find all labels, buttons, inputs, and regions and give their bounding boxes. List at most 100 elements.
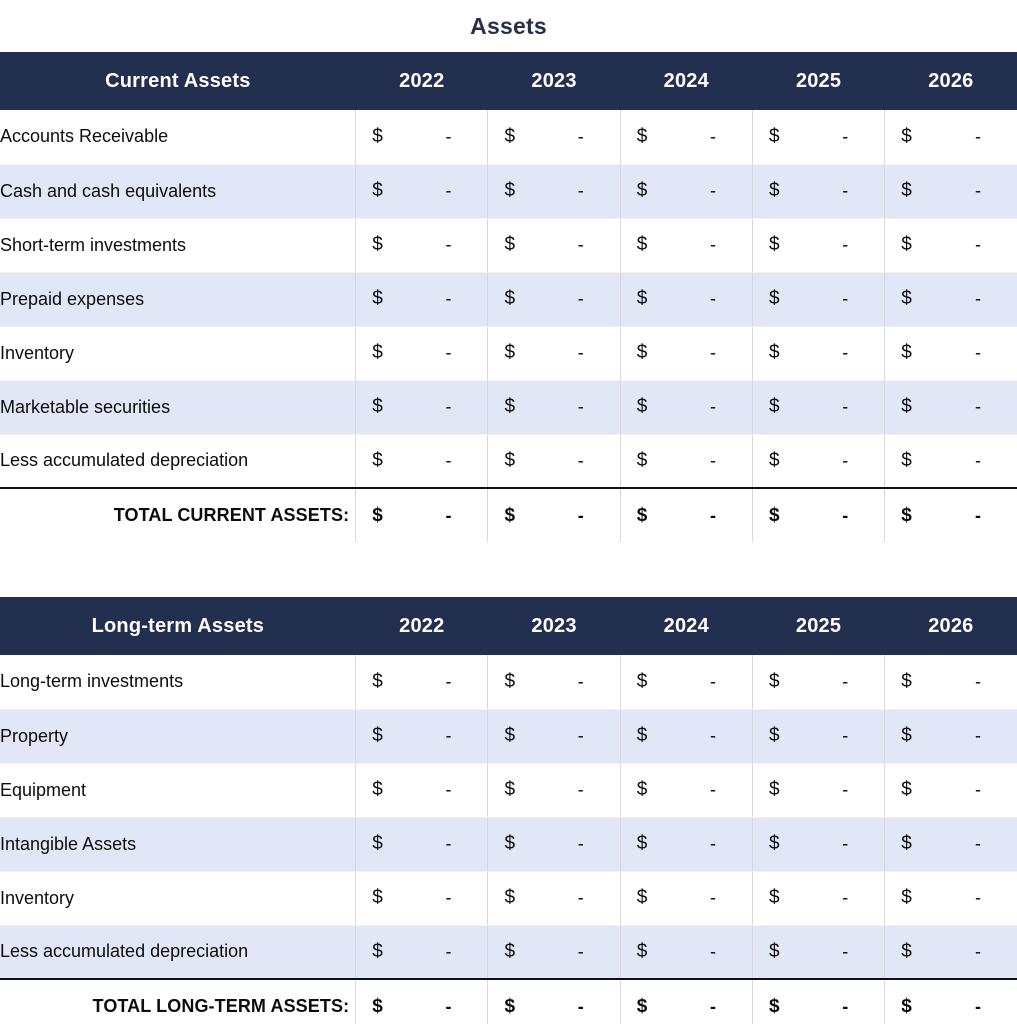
currency-symbol: $ — [901, 995, 912, 1017]
cell-2026[interactable]: $ - — [884, 763, 1017, 818]
currency-symbol: $ — [504, 342, 516, 363]
cell-2024[interactable]: $ - — [619, 925, 753, 980]
cell-2026[interactable]: $ - — [884, 380, 1017, 435]
cell-2024[interactable]: $ - — [619, 655, 753, 710]
cell-2026[interactable]: $ - — [884, 272, 1017, 327]
cell-2026[interactable]: $ - — [884, 218, 1017, 273]
cell-2025[interactable]: $ - — [751, 709, 885, 764]
cell-2023[interactable]: $ - — [487, 272, 621, 327]
currency-symbol: $ — [372, 180, 383, 201]
cell-2026[interactable]: $ - — [884, 925, 1017, 980]
cell-2024[interactable]: $ - — [619, 817, 753, 872]
table-row[interactable]: Intangible Assets $ - $ - $ - $ - $ - — [0, 817, 1017, 872]
cell-2024[interactable]: $ - — [619, 164, 753, 219]
cell-2025[interactable]: $ - — [751, 655, 885, 710]
table-row[interactable]: Less accumulated depreciation $ - $ - $ - $… — [0, 925, 1017, 980]
table-row[interactable]: Prepaid expenses $ - $ - $ - $ - $ - — [0, 272, 1017, 327]
cell-2022[interactable]: $ - — [355, 164, 488, 219]
table-row[interactable]: Short-term investments $ - $ - $ - $ - $ - — [0, 218, 1017, 273]
cell-2026[interactable]: $ - — [884, 110, 1017, 165]
currency-symbol: $ — [768, 887, 780, 908]
cell-2025[interactable]: $ - — [751, 925, 885, 980]
cell-2025[interactable]: $ - — [751, 326, 885, 381]
total-cell-2022: $ - — [355, 487, 488, 542]
table-row[interactable]: Long-term investments $ - $ - $ - $ - $ - — [0, 655, 1017, 710]
cell-2023[interactable]: $ - — [487, 925, 621, 980]
cell-2023[interactable]: $ - — [487, 380, 621, 435]
total-row-long-term-assets: TOTAL LONG-TERM ASSETS: $ - $ - $ - $ - $ - — [0, 978, 1017, 1024]
cell-2025[interactable]: $ - — [751, 110, 885, 165]
cell-2023[interactable]: $ - — [487, 655, 621, 710]
cell-2023[interactable]: $ - — [487, 110, 621, 165]
cell-value: - — [445, 396, 452, 417]
cell-2026[interactable]: $ - — [884, 434, 1017, 489]
cell-value: - — [709, 180, 716, 201]
table-row[interactable]: Marketable securities $ - $ - $ - $ - $ - — [0, 380, 1017, 435]
cell-2026[interactable]: $ - — [884, 709, 1017, 764]
cell-2024[interactable]: $ - — [619, 434, 753, 489]
cell-2026[interactable]: $ - — [884, 164, 1017, 219]
cell-2024[interactable]: $ - — [619, 272, 753, 327]
table-row[interactable]: Less accumulated depreciation $ - $ - $ - $… — [0, 434, 1017, 489]
cell-2023[interactable]: $ - — [487, 218, 621, 273]
total-cell-2024: $ - — [619, 978, 753, 1024]
cell-2022[interactable]: $ - — [355, 655, 488, 710]
cell-2023[interactable]: $ - — [487, 164, 621, 219]
table-row[interactable]: Inventory $ - $ - $ - $ - $ - — [0, 871, 1017, 926]
cell-2023[interactable]: $ - — [487, 434, 621, 489]
cell-2022[interactable]: $ - — [355, 925, 488, 980]
cell-value: - — [445, 288, 452, 309]
cell-value: - — [445, 671, 452, 692]
cell-2023[interactable]: $ - — [487, 763, 621, 818]
cell-2022[interactable]: $ - — [355, 817, 488, 872]
cell-2022[interactable]: $ - — [355, 871, 488, 926]
total-cell-2024: $ - — [619, 487, 753, 542]
cell-value: - — [709, 833, 716, 854]
cell-2024[interactable]: $ - — [619, 110, 753, 165]
cell-2025[interactable]: $ - — [751, 817, 885, 872]
cell-2024[interactable]: $ - — [619, 709, 753, 764]
cell-2026[interactable]: $ - — [884, 871, 1017, 926]
cell-2026[interactable]: $ - — [884, 817, 1017, 872]
table-row[interactable]: Inventory $ - $ - $ - $ - $ - — [0, 326, 1017, 381]
cell-2024[interactable]: $ - — [619, 763, 753, 818]
cell-2024[interactable]: $ - — [619, 326, 753, 381]
cell-value: - — [842, 180, 849, 201]
currency-symbol: $ — [901, 940, 912, 962]
cell-2022[interactable]: $ - — [355, 709, 488, 764]
table-row[interactable]: Cash and cash equivalents $ - $ - $ - $ - $ - — [0, 164, 1017, 219]
cell-2022[interactable]: $ - — [355, 272, 488, 327]
cell-2022[interactable]: $ - — [355, 326, 488, 381]
cell-2022[interactable]: $ - — [355, 218, 488, 273]
currency-symbol: $ — [372, 125, 383, 147]
cell-value: - — [577, 396, 584, 417]
table-row[interactable]: Equipment $ - $ - $ - $ - $ - — [0, 763, 1017, 818]
cell-2023[interactable]: $ - — [487, 871, 621, 926]
cell-2024[interactable]: $ - — [619, 218, 753, 273]
cell-2024[interactable]: $ - — [619, 380, 753, 435]
cell-value: - — [577, 725, 584, 746]
cell-2022[interactable]: $ - — [355, 763, 488, 818]
cell-2023[interactable]: $ - — [487, 326, 621, 381]
cell-value: - — [975, 833, 981, 854]
cell-2025[interactable]: $ - — [751, 871, 885, 926]
table-row[interactable]: Property $ - $ - $ - $ - $ - — [0, 709, 1017, 764]
cell-2025[interactable]: $ - — [751, 164, 885, 219]
currency-symbol: $ — [768, 833, 780, 854]
cell-2025[interactable]: $ - — [751, 218, 885, 273]
cell-2022[interactable]: $ - — [355, 434, 488, 489]
cell-2024[interactable]: $ - — [619, 871, 753, 926]
cell-2025[interactable]: $ - — [751, 380, 885, 435]
cell-2022[interactable]: $ - — [355, 380, 488, 435]
cell-2023[interactable]: $ - — [487, 709, 621, 764]
cell-2026[interactable]: $ - — [884, 655, 1017, 710]
table-row[interactable]: Accounts Receivable $ - $ - $ - $ - $ - — [0, 110, 1017, 165]
cell-2022[interactable]: $ - — [355, 110, 488, 165]
cell-2023[interactable]: $ - — [487, 817, 621, 872]
cell-2026[interactable]: $ - — [884, 326, 1017, 381]
cell-2025[interactable]: $ - — [751, 434, 885, 489]
currency-symbol: $ — [901, 234, 912, 255]
cell-2025[interactable]: $ - — [751, 763, 885, 818]
currency-symbol: $ — [372, 234, 383, 255]
cell-2025[interactable]: $ - — [751, 272, 885, 327]
